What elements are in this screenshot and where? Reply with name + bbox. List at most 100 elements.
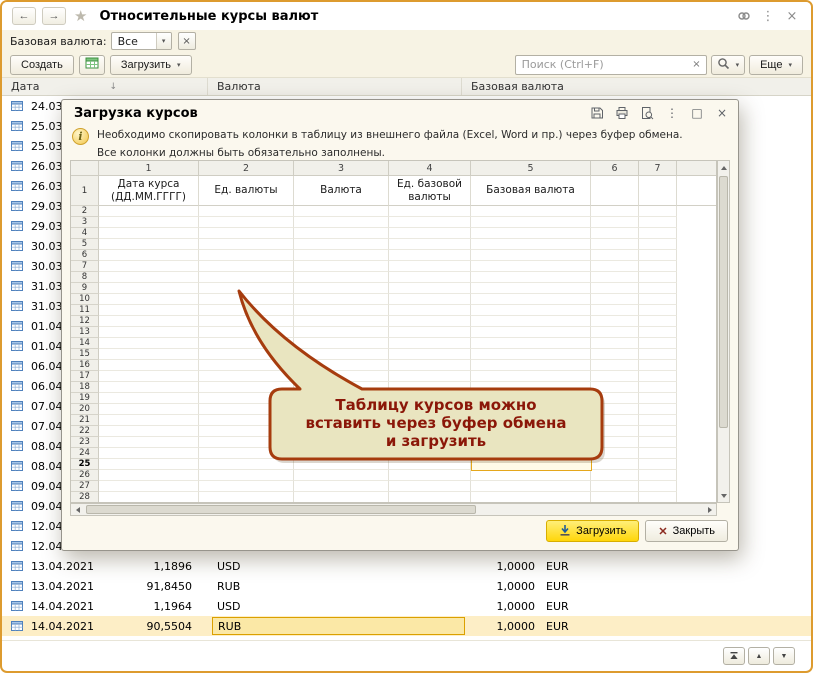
column-number[interactable]: 5: [471, 161, 591, 175]
row-number[interactable]: 28: [71, 492, 99, 502]
column-header-currency[interactable]: Валюта: [208, 78, 462, 95]
row-number[interactable]: 13: [71, 327, 99, 338]
window-more-icon[interactable]: ⋮: [759, 9, 777, 24]
grid-cell[interactable]: [99, 283, 199, 294]
grid-cell[interactable]: [99, 338, 199, 349]
grid-cell[interactable]: [471, 426, 591, 437]
grid-cell[interactable]: [294, 338, 389, 349]
grid-cell[interactable]: [199, 382, 294, 393]
grid-cell[interactable]: [294, 206, 389, 217]
grid-cell[interactable]: [639, 492, 677, 502]
grid-cell[interactable]: [99, 448, 199, 459]
row-number[interactable]: 24: [71, 448, 99, 459]
horizontal-scrollbar[interactable]: [70, 503, 717, 516]
grid-cell[interactable]: [199, 305, 294, 316]
grid-cell[interactable]: [294, 272, 389, 283]
column-number[interactable]: 1: [99, 161, 199, 175]
grid-cell[interactable]: [199, 393, 294, 404]
horizontal-scroll-thumb[interactable]: [86, 505, 476, 514]
grid-cell[interactable]: [199, 426, 294, 437]
row-number[interactable]: 8: [71, 272, 99, 283]
grid-cell[interactable]: [591, 349, 639, 360]
selected-cell[interactable]: [471, 459, 592, 471]
table-row-selected[interactable]: 14.04.2021 90,5504 RUB 1,0000 EUR: [2, 616, 811, 636]
row-number[interactable]: 22: [71, 426, 99, 437]
grid-cell[interactable]: [294, 415, 389, 426]
row-number[interactable]: 19: [71, 393, 99, 404]
grid-cell[interactable]: [471, 481, 591, 492]
grid-cell[interactable]: [591, 338, 639, 349]
grid-cell[interactable]: [471, 272, 591, 283]
favorite-star-icon[interactable]: ★: [74, 7, 87, 25]
grid-cell[interactable]: [294, 217, 389, 228]
grid-cell[interactable]: [99, 404, 199, 415]
column-header-date[interactable]: Дата ↓: [2, 78, 208, 95]
grid-cell[interactable]: [199, 283, 294, 294]
grid-cell[interactable]: [199, 360, 294, 371]
go-top-button[interactable]: [723, 647, 745, 665]
grid-cell[interactable]: [199, 338, 294, 349]
grid-cell[interactable]: [99, 437, 199, 448]
chevron-down-icon[interactable]: ▾: [155, 33, 171, 49]
grid-cell[interactable]: [389, 404, 471, 415]
grid-cell[interactable]: [471, 239, 591, 250]
grid-cell[interactable]: [294, 492, 389, 502]
row-number[interactable]: 14: [71, 338, 99, 349]
grid-cell[interactable]: [639, 272, 677, 283]
dialog-load-button[interactable]: Загрузить: [546, 520, 640, 542]
grid-cell[interactable]: [639, 349, 677, 360]
grid-cell[interactable]: [389, 481, 471, 492]
grid-cell[interactable]: [294, 327, 389, 338]
grid-cell[interactable]: [591, 459, 639, 470]
grid-cell[interactable]: [99, 239, 199, 250]
row-number[interactable]: 21: [71, 415, 99, 426]
row-number[interactable]: 11: [71, 305, 99, 316]
paste-spreadsheet[interactable]: 1234567 1 Дата курса (ДД.ММ.ГГГГ) Ед. ва…: [70, 160, 730, 516]
grid-cell[interactable]: [294, 371, 389, 382]
grid-cell[interactable]: [639, 371, 677, 382]
row-number[interactable]: 4: [71, 228, 99, 239]
grid-cell[interactable]: [639, 426, 677, 437]
grid-cell[interactable]: [591, 283, 639, 294]
grid-cell[interactable]: [471, 393, 591, 404]
dialog-more-icon[interactable]: ⋮: [664, 105, 680, 121]
grid-cell[interactable]: [199, 228, 294, 239]
scroll-down-button[interactable]: [718, 489, 729, 502]
header-cell-date[interactable]: Дата курса (ДД.ММ.ГГГГ): [99, 176, 199, 206]
row-number[interactable]: 20: [71, 404, 99, 415]
row-currency-selected-cell[interactable]: RUB: [212, 617, 465, 635]
grid-cell[interactable]: [99, 305, 199, 316]
more-button[interactable]: Еще ▾: [749, 54, 803, 75]
grid-cell[interactable]: [99, 217, 199, 228]
grid-cell[interactable]: [99, 349, 199, 360]
header-cell-unit[interactable]: Ед. валюты: [199, 176, 294, 206]
grid-cell[interactable]: [389, 437, 471, 448]
header-cell-empty[interactable]: [591, 176, 639, 206]
grid-cell[interactable]: [389, 415, 471, 426]
header-cell-currency[interactable]: Валюта: [294, 176, 389, 206]
grid-cell[interactable]: [199, 217, 294, 228]
grid-cell[interactable]: [591, 261, 639, 272]
column-number[interactable]: 7: [639, 161, 677, 175]
grid-cell[interactable]: [389, 217, 471, 228]
grid-cell[interactable]: [389, 382, 471, 393]
grid-cell[interactable]: [199, 250, 294, 261]
grid-cell[interactable]: [294, 349, 389, 360]
grid-cell[interactable]: [99, 261, 199, 272]
header-cell-base-unit[interactable]: Ед. базовой валюты: [389, 176, 471, 206]
grid-cell[interactable]: [199, 404, 294, 415]
grid-cell[interactable]: [199, 261, 294, 272]
grid-cell[interactable]: [99, 316, 199, 327]
grid-cell[interactable]: [294, 437, 389, 448]
row-number[interactable]: 17: [71, 371, 99, 382]
grid-cell[interactable]: [471, 360, 591, 371]
scroll-right-button[interactable]: [703, 504, 716, 515]
grid-cell[interactable]: [639, 261, 677, 272]
header-cell-empty[interactable]: [639, 176, 677, 206]
grid-cell[interactable]: [199, 470, 294, 481]
column-header-base-currency[interactable]: Базовая валюта: [462, 78, 811, 95]
vertical-scrollbar[interactable]: [717, 160, 730, 503]
grid-cell[interactable]: [294, 360, 389, 371]
row-number[interactable]: 7: [71, 261, 99, 272]
grid-cell[interactable]: [639, 404, 677, 415]
